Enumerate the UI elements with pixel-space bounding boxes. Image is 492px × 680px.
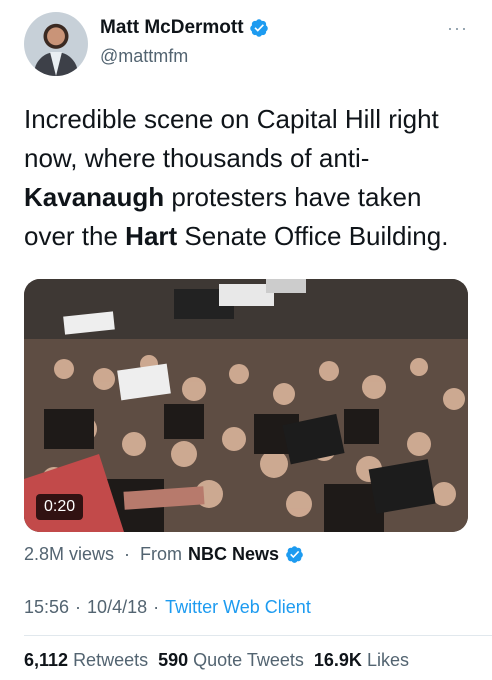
view-count: 2.8M views	[24, 544, 115, 564]
separator: ·	[75, 597, 82, 617]
retweet-count[interactable]: 6,112	[24, 650, 68, 671]
tweet-text-bold: Kavanaugh	[24, 182, 165, 212]
video-duration: 0:20	[36, 494, 84, 520]
timestamp-row: 15:56 · 10/4/18 · Twitter Web Client	[24, 597, 311, 618]
quote-label[interactable]: Quote Tweets	[193, 650, 304, 671]
author-handle[interactable]: @mattmfm	[100, 46, 188, 67]
verified-badge-icon	[286, 546, 303, 563]
quote-count[interactable]: 590	[158, 650, 188, 671]
client-link[interactable]: Twitter Web Client	[165, 597, 311, 618]
more-icon[interactable]: ···	[447, 18, 468, 39]
divider	[24, 635, 492, 636]
separator: ·	[153, 597, 160, 617]
from-label: From	[140, 544, 183, 564]
like-label[interactable]: Likes	[367, 650, 409, 671]
video-thumbnail	[24, 279, 468, 532]
views-row: 2.8M views · From NBC News	[24, 544, 304, 565]
separator: ·	[124, 544, 131, 564]
retweet-label[interactable]: Retweets	[73, 650, 148, 671]
source-link[interactable]: NBC News	[188, 544, 279, 565]
author-name[interactable]: Matt McDermott	[100, 17, 244, 39]
engagement-stats: 6,112 Retweets 590 Quote Tweets 16.9K Li…	[24, 650, 419, 671]
tweet-header: Matt McDermott @mattmfm ···	[0, 0, 492, 90]
avatar[interactable]	[24, 12, 88, 76]
tweet-text-part: Incredible scene on Capital Hill right n…	[24, 104, 439, 173]
name-row: Matt McDermott	[100, 17, 269, 39]
tweet-text-bold: Hart	[125, 221, 178, 251]
video-player[interactable]: 0:20	[24, 279, 468, 532]
tweet-date[interactable]: 10/4/18	[87, 597, 147, 618]
like-count[interactable]: 16.9K	[314, 650, 362, 671]
tweet-text-part: Senate Office Building.	[177, 221, 449, 251]
tweet-text: Incredible scene on Capital Hill right n…	[24, 100, 474, 256]
tweet-time[interactable]: 15:56	[24, 597, 69, 618]
verified-badge-icon	[249, 19, 268, 37]
